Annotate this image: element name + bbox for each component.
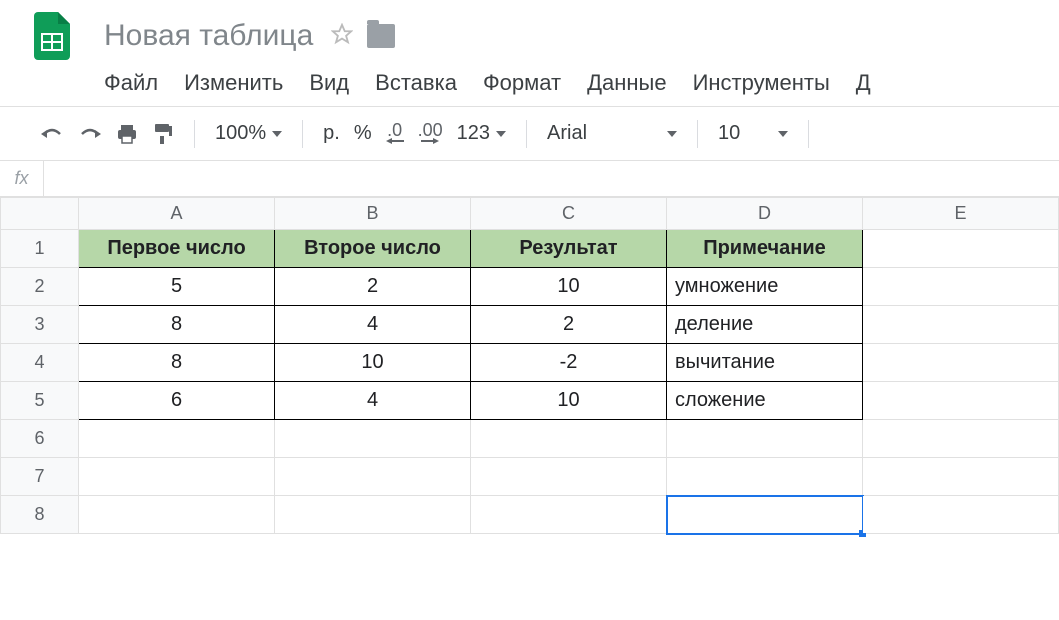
cell-D8[interactable] xyxy=(667,496,863,534)
column-header-E[interactable]: E xyxy=(863,198,1059,230)
star-icon[interactable] xyxy=(331,23,353,50)
cell-C3[interactable]: 2 xyxy=(471,306,667,344)
cell-D4[interactable]: вычитание xyxy=(667,344,863,382)
font-size-select[interactable]: 10 xyxy=(718,122,788,145)
row-header-4[interactable]: 4 xyxy=(1,344,79,382)
print-button[interactable] xyxy=(116,123,138,145)
select-all-corner[interactable] xyxy=(1,198,79,230)
column-header-D[interactable]: D xyxy=(667,198,863,230)
cell-A7[interactable] xyxy=(79,458,275,496)
cell-C8[interactable] xyxy=(471,496,667,534)
menu-bar: Файл Изменить Вид Вставка Формат Данные … xyxy=(104,64,1059,106)
row-header-1[interactable]: 1 xyxy=(1,230,79,268)
formula-bar-input[interactable] xyxy=(44,161,1059,196)
decrease-decimal-button[interactable]: .0 xyxy=(386,123,404,145)
cell-E2[interactable] xyxy=(863,268,1059,306)
column-header-B[interactable]: B xyxy=(275,198,471,230)
zoom-select[interactable]: 100% xyxy=(215,122,282,145)
cell-E6[interactable] xyxy=(863,420,1059,458)
redo-button[interactable] xyxy=(78,124,102,144)
menu-data[interactable]: Данные xyxy=(587,70,666,96)
cell-E8[interactable] xyxy=(863,496,1059,534)
cell-B3[interactable]: 4 xyxy=(275,306,471,344)
cell-D1[interactable]: Примечание xyxy=(667,230,863,268)
cell-E7[interactable] xyxy=(863,458,1059,496)
cell-D5[interactable]: сложение xyxy=(667,382,863,420)
cell-C5[interactable]: 10 xyxy=(471,382,667,420)
menu-insert[interactable]: Вставка xyxy=(375,70,457,96)
cell-B4[interactable]: 10 xyxy=(275,344,471,382)
row-header-7[interactable]: 7 xyxy=(1,458,79,496)
font-name: Arial xyxy=(547,122,587,145)
cell-E3[interactable] xyxy=(863,306,1059,344)
menu-view[interactable]: Вид xyxy=(309,70,349,96)
currency-button[interactable]: р. xyxy=(323,122,340,145)
chevron-down-icon xyxy=(778,131,788,137)
more-formats-button[interactable]: 123 xyxy=(457,122,506,145)
cell-C7[interactable] xyxy=(471,458,667,496)
cell-D3[interactable]: деление xyxy=(667,306,863,344)
menu-tools[interactable]: Инструменты xyxy=(693,70,830,96)
column-header-C[interactable]: C xyxy=(471,198,667,230)
chevron-down-icon xyxy=(496,131,506,137)
cell-D2[interactable]: умножение xyxy=(667,268,863,306)
cell-A8[interactable] xyxy=(79,496,275,534)
sheets-logo[interactable] xyxy=(30,8,74,64)
cell-A5[interactable]: 6 xyxy=(79,382,275,420)
cell-C2[interactable]: 10 xyxy=(471,268,667,306)
cell-C4[interactable]: -2 xyxy=(471,344,667,382)
row-header-5[interactable]: 5 xyxy=(1,382,79,420)
zoom-value: 100% xyxy=(215,122,266,145)
cell-B5[interactable]: 4 xyxy=(275,382,471,420)
row-header-8[interactable]: 8 xyxy=(1,496,79,534)
undo-button[interactable] xyxy=(40,124,64,144)
row-header-3[interactable]: 3 xyxy=(1,306,79,344)
chevron-down-icon xyxy=(272,131,282,137)
percent-button[interactable]: % xyxy=(354,122,372,145)
font-select[interactable]: Arial xyxy=(547,122,677,145)
column-header-A[interactable]: A xyxy=(79,198,275,230)
cell-A6[interactable] xyxy=(79,420,275,458)
cell-C1[interactable]: Результат xyxy=(471,230,667,268)
menu-addons[interactable]: Д xyxy=(856,70,871,96)
cell-B6[interactable] xyxy=(275,420,471,458)
paint-format-button[interactable] xyxy=(152,122,174,146)
cell-A4[interactable]: 8 xyxy=(79,344,275,382)
cell-A3[interactable]: 8 xyxy=(79,306,275,344)
cell-A2[interactable]: 5 xyxy=(79,268,275,306)
toolbar: 100% р. % .0 .00 123 Arial 10 xyxy=(0,107,1059,161)
spreadsheet-grid[interactable]: A B C D E 1 Первое число Второе число Ре… xyxy=(0,197,1059,534)
chevron-down-icon xyxy=(667,131,677,137)
row-header-6[interactable]: 6 xyxy=(1,420,79,458)
cell-B8[interactable] xyxy=(275,496,471,534)
cell-E1[interactable] xyxy=(863,230,1059,268)
document-title[interactable]: Новая таблица xyxy=(104,19,313,53)
cell-E4[interactable] xyxy=(863,344,1059,382)
cell-B1[interactable]: Второе число xyxy=(275,230,471,268)
cell-D7[interactable] xyxy=(667,458,863,496)
cell-E5[interactable] xyxy=(863,382,1059,420)
fx-label: fx xyxy=(0,161,44,196)
cell-B2[interactable]: 2 xyxy=(275,268,471,306)
menu-edit[interactable]: Изменить xyxy=(184,70,283,96)
row-header-2[interactable]: 2 xyxy=(1,268,79,306)
font-size-value: 10 xyxy=(718,122,740,145)
cell-C6[interactable] xyxy=(471,420,667,458)
menu-file[interactable]: Файл xyxy=(104,70,158,96)
increase-decimal-button[interactable]: .00 xyxy=(418,123,443,145)
folder-icon[interactable] xyxy=(367,24,395,48)
cell-B7[interactable] xyxy=(275,458,471,496)
menu-format[interactable]: Формат xyxy=(483,70,561,96)
cell-D6[interactable] xyxy=(667,420,863,458)
cell-A1[interactable]: Первое число xyxy=(79,230,275,268)
